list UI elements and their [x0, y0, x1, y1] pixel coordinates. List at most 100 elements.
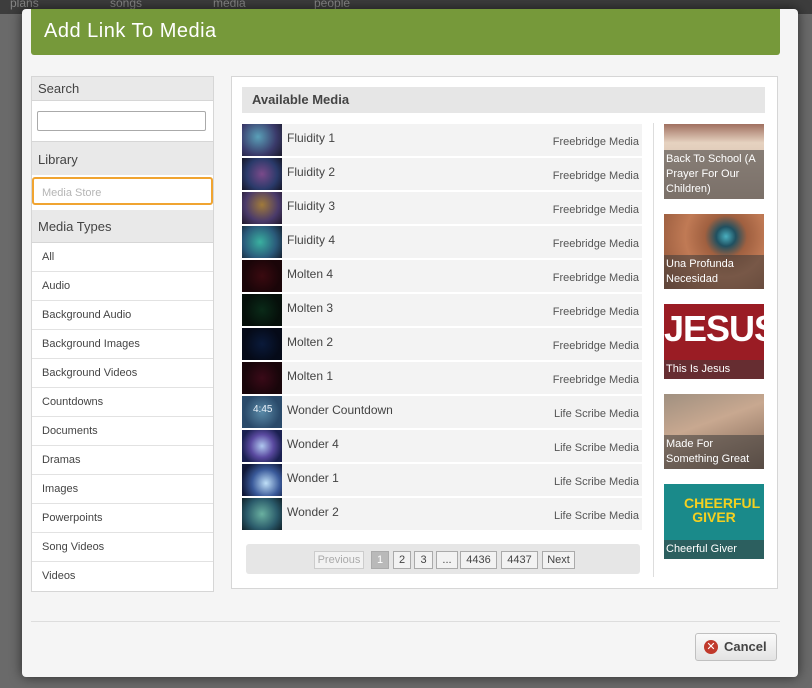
search-box: [32, 101, 213, 142]
page-ellipsis: ...: [436, 551, 458, 569]
media-item-name: Fluidity 2: [287, 165, 336, 179]
featured-caption: Made For Something Great: [664, 435, 764, 469]
media-type-powerpoints[interactable]: Powerpoints: [32, 504, 213, 533]
media-type-all[interactable]: All: [32, 243, 213, 272]
modal-title: Add Link To Media: [44, 20, 217, 42]
media-item[interactable]: Fluidity 2 Freebridge Media: [242, 158, 642, 190]
media-store-item[interactable]: Media Store: [32, 177, 213, 205]
media-thumbnail: [242, 158, 282, 190]
media-item[interactable]: Fluidity 4 Freebridge Media: [242, 226, 642, 258]
media-item[interactable]: 4:45 Wonder Countdown Life Scribe Media: [242, 396, 642, 428]
media-type-images[interactable]: Images: [32, 475, 213, 504]
media-type-background-images[interactable]: Background Images: [32, 330, 213, 359]
media-item-provider: Life Scribe Media: [554, 442, 639, 454]
featured-caption: Una Profunda Necesidad: [664, 255, 764, 289]
media-item-name: Fluidity 3: [287, 199, 336, 213]
media-thumbnail: [242, 226, 282, 258]
media-item-provider: Life Scribe Media: [554, 510, 639, 522]
featured-caption: Cheerful Giver: [664, 540, 764, 559]
media-item-provider: Freebridge Media: [552, 374, 639, 386]
page-button[interactable]: 1: [371, 551, 389, 569]
media-item[interactable]: Wonder 1 Life Scribe Media: [242, 464, 642, 496]
media-type-countdowns[interactable]: Countdowns: [32, 388, 213, 417]
media-item[interactable]: Wonder 4 Life Scribe Media: [242, 430, 642, 462]
featured-media[interactable]: Made For Something Great: [664, 394, 764, 469]
featured-caption: Back To School (A Prayer For Our Childre…: [664, 150, 764, 199]
media-item[interactable]: Fluidity 3 Freebridge Media: [242, 192, 642, 224]
media-item[interactable]: Wonder 2 Life Scribe Media: [242, 498, 642, 530]
media-type-dramas[interactable]: Dramas: [32, 446, 213, 475]
media-item[interactable]: Molten 2 Freebridge Media: [242, 328, 642, 360]
media-type-documents[interactable]: Documents: [32, 417, 213, 446]
available-media-heading: Available Media: [242, 87, 765, 113]
media-thumbnail: [242, 294, 282, 326]
modal-titlebar: Add Link To Media: [31, 9, 780, 55]
media-item-name: Wonder Countdown: [287, 403, 393, 417]
media-type-background-audio[interactable]: Background Audio: [32, 301, 213, 330]
media-item-name: Molten 1: [287, 369, 334, 383]
media-item-name: Molten 2: [287, 335, 334, 349]
media-type-videos[interactable]: Videos: [32, 562, 213, 590]
media-thumbnail: [242, 498, 282, 530]
library-heading: Library: [32, 142, 213, 175]
media-thumbnail: 4:45: [242, 396, 282, 428]
media-list: Fluidity 1 Freebridge Media Fluidity 2 F…: [242, 124, 642, 532]
featured-media[interactable]: CHEERFUL GIVER Cheerful Giver: [664, 484, 764, 559]
countdown-thumb-text: 4:45: [253, 404, 273, 415]
media-thumbnail: [242, 260, 282, 292]
featured-media[interactable]: JESUS This Is Jesus: [664, 304, 764, 379]
media-item-provider: Freebridge Media: [552, 170, 639, 182]
media-type-song-videos[interactable]: Song Videos: [32, 533, 213, 562]
featured-media[interactable]: Back To School (A Prayer For Our Childre…: [664, 124, 764, 199]
media-item-name: Molten 3: [287, 301, 334, 315]
next-page-button[interactable]: Next: [542, 551, 575, 569]
page-button[interactable]: 3: [414, 551, 433, 569]
media-item-name: Wonder 2: [287, 505, 339, 519]
search-heading: Search: [32, 77, 213, 101]
available-media-panel: Available Media Fluidity 1 Freebridge Me…: [231, 76, 778, 589]
media-item-provider: Life Scribe Media: [554, 476, 639, 488]
media-item[interactable]: Fluidity 1 Freebridge Media: [242, 124, 642, 156]
media-item-provider: Freebridge Media: [552, 204, 639, 216]
media-types-heading: Media Types: [32, 210, 213, 243]
media-thumbnail: [242, 328, 282, 360]
media-type-background-videos[interactable]: Background Videos: [32, 359, 213, 388]
media-item[interactable]: Molten 3 Freebridge Media: [242, 294, 642, 326]
media-item-name: Wonder 4: [287, 437, 339, 451]
media-item-provider: Life Scribe Media: [554, 408, 639, 420]
close-icon: ✕: [704, 640, 718, 654]
previous-page-button[interactable]: Previous: [314, 551, 364, 569]
media-type-audio[interactable]: Audio: [32, 272, 213, 301]
jesus-graphic-text: JESUS: [664, 308, 764, 349]
media-types-list: All Audio Background Audio Background Im…: [32, 243, 213, 590]
media-item-provider: Freebridge Media: [552, 272, 639, 284]
media-item-provider: Freebridge Media: [552, 238, 639, 250]
cancel-button-label: Cancel: [724, 639, 767, 654]
media-thumbnail: [242, 192, 282, 224]
pagination: Previous 1 2 3 ... 4436 4437 Next: [246, 544, 640, 574]
media-item-provider: Freebridge Media: [552, 306, 639, 318]
footer-divider: [31, 621, 780, 622]
media-item-name: Fluidity 1: [287, 131, 336, 145]
media-item[interactable]: Molten 4 Freebridge Media: [242, 260, 642, 292]
cheerful-giver-graphic-text: CHEERFUL GIVER: [684, 495, 761, 525]
sidebar: Search Library Media Store Media Types A…: [31, 76, 214, 592]
featured-caption: This Is Jesus: [664, 360, 764, 379]
media-item-name: Wonder 1: [287, 471, 339, 485]
media-item-name: Molten 4: [287, 267, 334, 281]
media-item-name: Fluidity 4: [287, 233, 336, 247]
media-thumbnail: [242, 430, 282, 462]
media-item-provider: Freebridge Media: [552, 136, 639, 148]
add-link-modal: Add Link To Media Search Library Media S…: [22, 9, 798, 677]
page-button[interactable]: 4437: [501, 551, 538, 569]
panel-divider: [653, 123, 654, 577]
page-button[interactable]: 2: [393, 551, 411, 569]
search-input[interactable]: [37, 111, 206, 131]
cancel-button[interactable]: ✕ Cancel: [695, 633, 777, 661]
media-thumbnail: [242, 124, 282, 156]
media-thumbnail: [242, 464, 282, 496]
page-button[interactable]: 4436: [460, 551, 497, 569]
media-item-provider: Freebridge Media: [552, 340, 639, 352]
media-item[interactable]: Molten 1 Freebridge Media: [242, 362, 642, 394]
featured-media[interactable]: Una Profunda Necesidad: [664, 214, 764, 289]
